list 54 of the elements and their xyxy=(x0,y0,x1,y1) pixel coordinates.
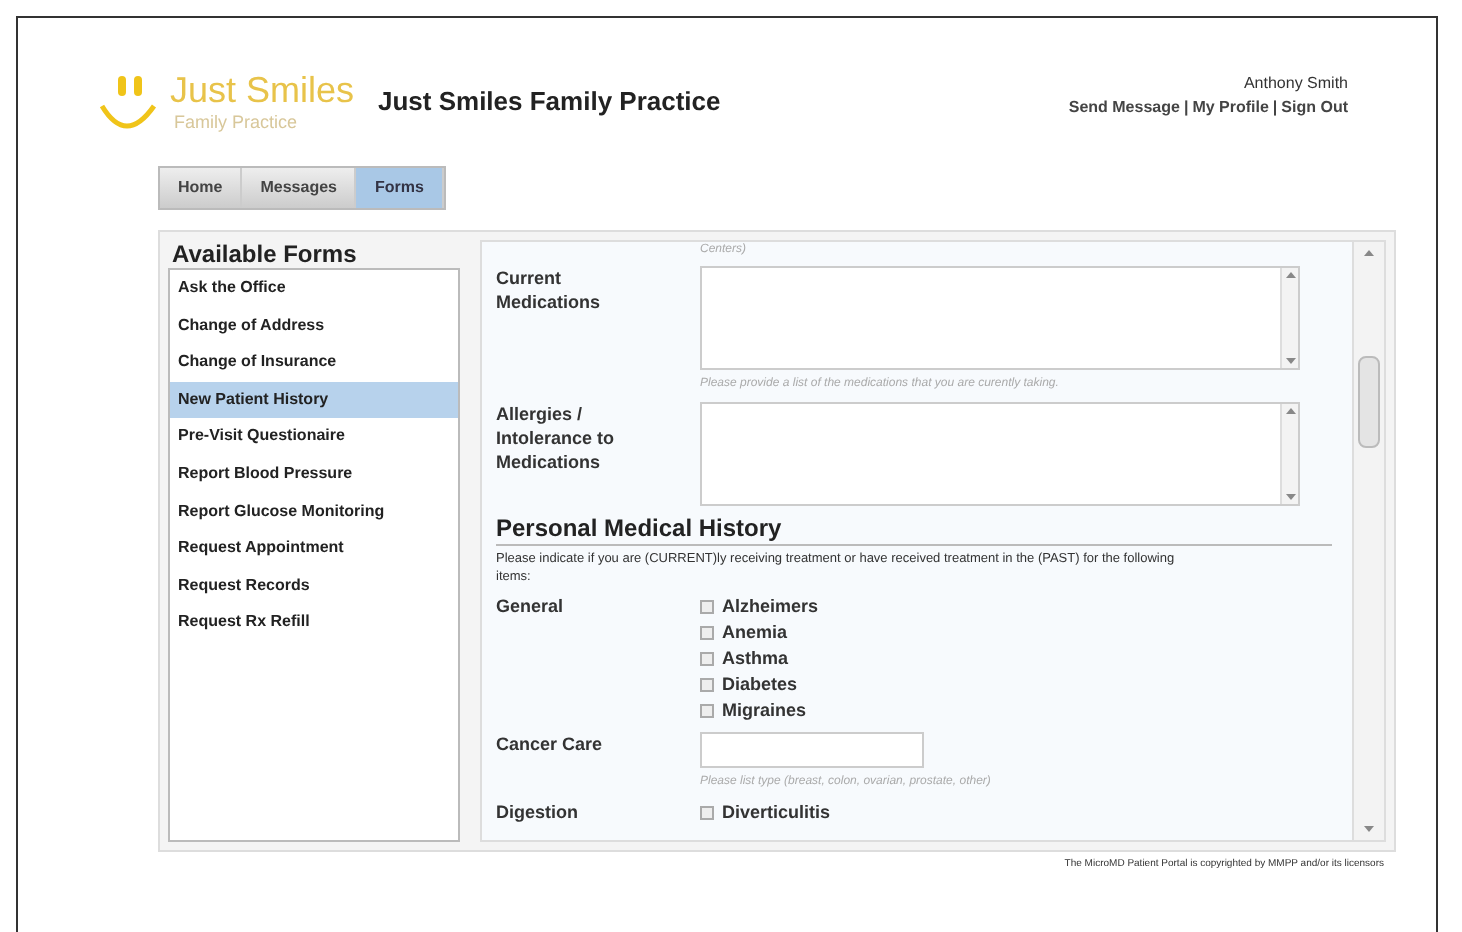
text-area[interactable] xyxy=(700,266,1300,370)
checkbox-label: Diabetes xyxy=(722,671,798,698)
form-item[interactable]: Ask the Office xyxy=(170,270,458,308)
checkbox-label: Diverticulitis xyxy=(722,799,831,826)
scroll-up-icon[interactable] xyxy=(1285,272,1295,278)
logo-name: Just Smiles xyxy=(170,70,355,110)
scroll-thumb[interactable] xyxy=(1358,355,1380,447)
link-separator: | xyxy=(1272,96,1278,120)
form-item[interactable]: New Patient History xyxy=(170,381,458,419)
section-title: Personal Medical History xyxy=(496,512,1332,546)
form-item[interactable]: Request Appointment xyxy=(170,530,458,568)
site-title: Just Smiles Family Practice xyxy=(378,84,721,120)
nav-tab[interactable]: Forms xyxy=(356,168,444,208)
scroll-down-icon[interactable] xyxy=(1364,826,1374,832)
form-item[interactable]: Pre-Visit Questionaire xyxy=(170,418,458,456)
checkbox[interactable] xyxy=(700,600,714,614)
checkbox[interactable] xyxy=(700,806,714,820)
form-item[interactable]: Change of Insurance xyxy=(170,344,458,382)
checkbox-label: Migraines xyxy=(722,697,807,724)
nav-tab[interactable]: Messages xyxy=(242,168,357,208)
form-item[interactable]: Report Blood Pressure xyxy=(170,455,458,494)
group-label: Digestion xyxy=(496,800,581,826)
scrollbar[interactable] xyxy=(1352,242,1384,840)
text-field[interactable] xyxy=(700,732,924,768)
header-link[interactable]: My Profile xyxy=(1192,96,1269,120)
logo-tagline: Family Practice xyxy=(174,110,298,136)
scroll-down-icon[interactable] xyxy=(1285,494,1295,500)
group-label: General xyxy=(496,594,566,620)
header-link[interactable]: Sign Out xyxy=(1281,96,1348,120)
checkbox[interactable] xyxy=(700,678,714,692)
form-item[interactable]: Request Records xyxy=(170,567,458,605)
field-label: Current Medications xyxy=(496,266,603,316)
form-item[interactable]: Change of Address xyxy=(170,307,458,345)
scroll-up-icon[interactable] xyxy=(1285,408,1295,414)
link-separator: | xyxy=(1183,96,1189,120)
sidebar-title: Available Forms xyxy=(170,240,359,268)
checkbox-label: Asthma xyxy=(722,645,789,672)
checkbox-label: Alzheimers xyxy=(722,593,819,620)
form-item[interactable]: Report Glucose Monitoring xyxy=(170,493,458,531)
scrollbar[interactable] xyxy=(1280,404,1298,504)
form-item[interactable]: Request Rx Refill xyxy=(170,604,458,642)
checkbox[interactable] xyxy=(700,626,714,640)
field-label: Allergies / Intolerance to Medications xyxy=(496,402,617,476)
scrollbar[interactable] xyxy=(1280,268,1298,368)
checkbox[interactable] xyxy=(700,704,714,718)
group-label: Cancer Care xyxy=(496,732,605,758)
header-link[interactable]: Send Message xyxy=(1068,96,1180,120)
scroll-up-icon[interactable] xyxy=(1364,250,1374,256)
scroll-down-icon[interactable] xyxy=(1285,358,1295,364)
user-name: Anthony Smith xyxy=(1243,72,1348,96)
checkbox-label: Anemia xyxy=(722,619,788,646)
checkbox[interactable] xyxy=(700,652,714,666)
text-area[interactable] xyxy=(700,402,1300,506)
nav-tab[interactable]: Home xyxy=(160,168,243,208)
